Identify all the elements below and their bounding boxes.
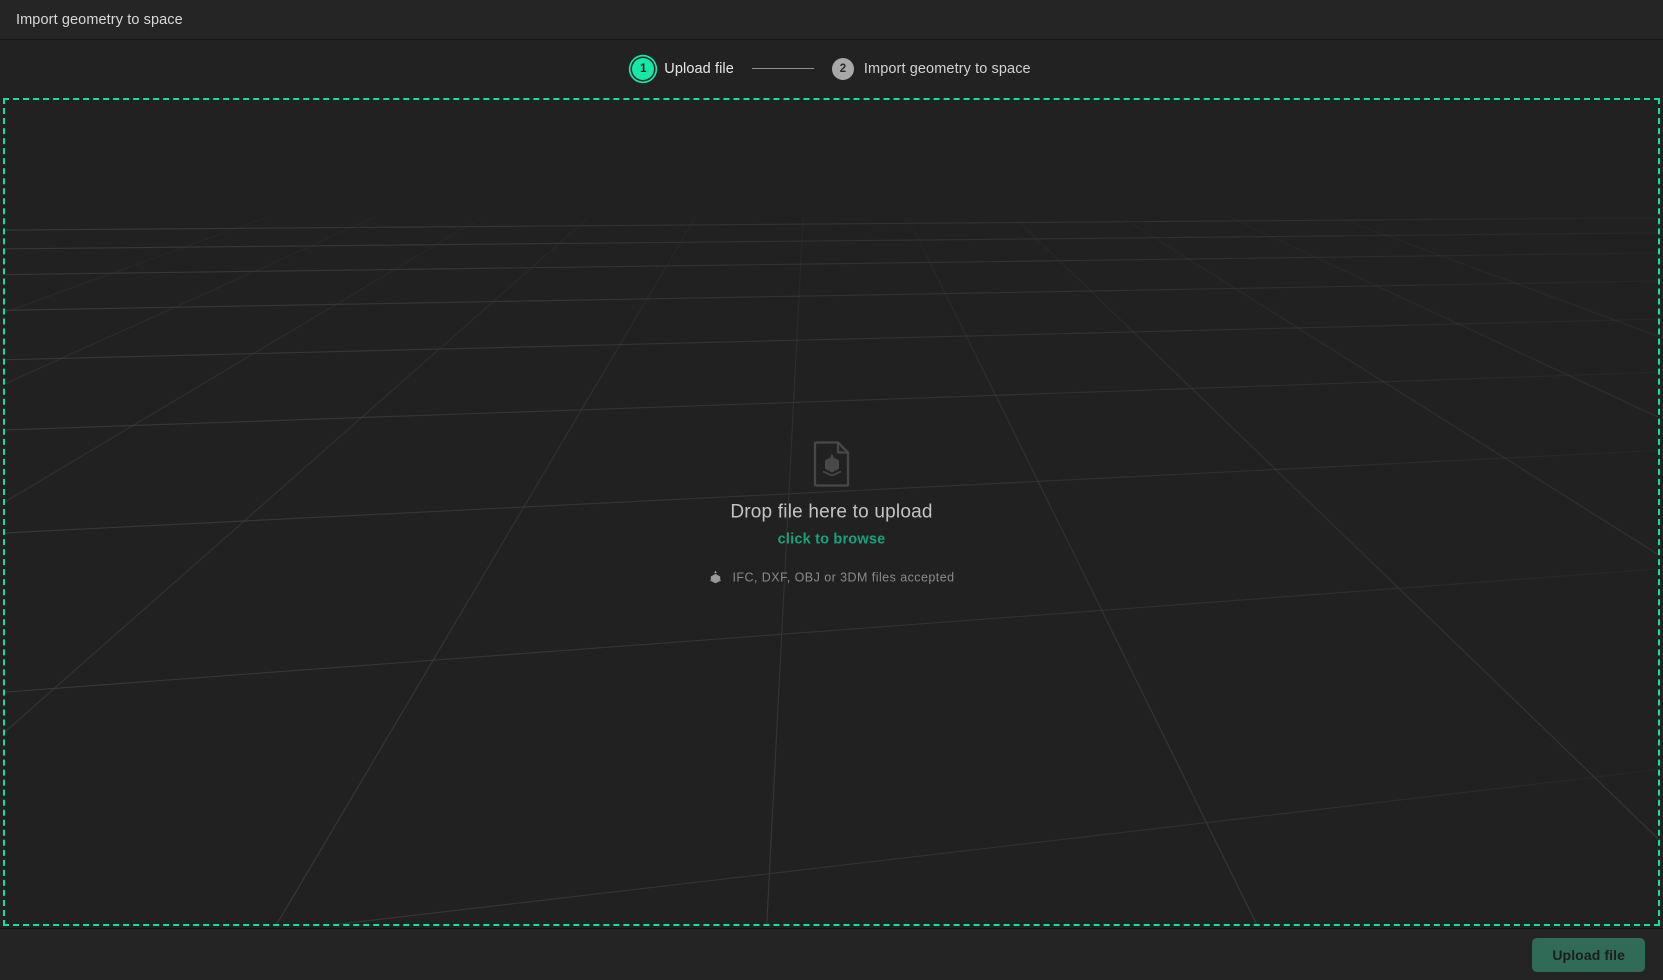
accepted-formats-text: IFC, DXF, OBJ or 3DM files accepted (732, 570, 955, 584)
step-upload-file[interactable]: 1 Upload file (632, 57, 734, 80)
step-2-number: 2 (839, 62, 847, 75)
stepper-bar: 1 Upload file 2 Import geometry to space (0, 40, 1663, 97)
accepted-formats: IFC, DXF, OBJ or 3DM files accepted (708, 570, 954, 585)
step-2-badge: 2 (831, 57, 854, 80)
step-1-badge: 1 (632, 57, 655, 80)
upload-file-button[interactable]: Upload file (1532, 937, 1645, 972)
file-dropzone[interactable]: Drop file here to upload click to browse… (3, 98, 1660, 926)
click-to-browse-link[interactable]: click to browse (778, 532, 886, 548)
dropzone-content: Drop file here to upload click to browse… (5, 440, 1658, 585)
page-title: Import geometry to space (16, 11, 183, 28)
step-2-label: Import geometry to space (863, 60, 1031, 77)
dropzone-title: Drop file here to upload (730, 501, 933, 523)
geometry-shape-icon (710, 570, 722, 584)
geometry-file-icon (813, 441, 849, 487)
step-1-label: Upload file (664, 60, 734, 77)
stepper-connector (751, 68, 814, 69)
step-import-geometry[interactable]: 2 Import geometry to space (831, 57, 1031, 80)
stepper: 1 Upload file 2 Import geometry to space (632, 57, 1031, 80)
dialog-titlebar: Import geometry to space (0, 0, 1663, 40)
step-1-number: 1 (640, 62, 647, 75)
import-geometry-dialog: Documentation update ever Import geometr… (0, 0, 1663, 980)
dialog-footer: Upload file (0, 928, 1663, 980)
